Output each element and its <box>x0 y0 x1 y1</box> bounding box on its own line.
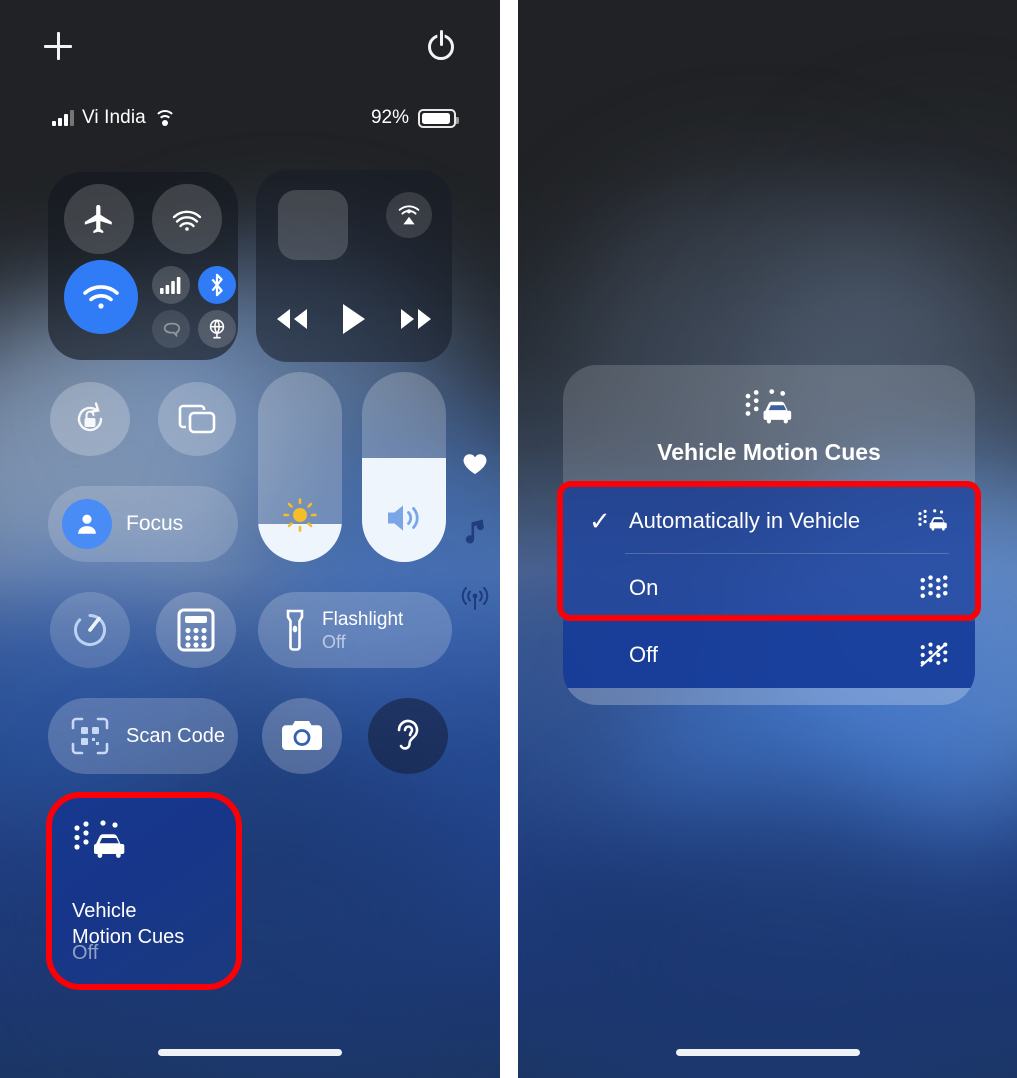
heart-icon[interactable] <box>458 452 492 476</box>
volume-slider[interactable] <box>362 372 446 562</box>
flashlight-status: Off <box>322 631 346 652</box>
timer-button[interactable] <box>50 592 130 668</box>
control-center-page-icons <box>458 452 492 654</box>
popup-title: Vehicle Motion Cues <box>657 438 881 465</box>
scan-code-label: Scan Code <box>126 724 225 747</box>
qr-scan-icon <box>70 716 110 756</box>
focus-label: Focus <box>126 512 184 535</box>
sun-icon <box>258 494 342 536</box>
airplane-mode-toggle[interactable] <box>64 184 134 254</box>
hearing-ear-button[interactable] <box>368 698 448 774</box>
control-center: Focus Flashlight Off Scan Code Vehicle M… <box>0 0 500 1078</box>
focus-tile[interactable]: Focus <box>48 486 238 562</box>
wifi-toggle[interactable] <box>64 260 138 334</box>
media-playback-module <box>256 170 452 362</box>
popup-header: Vehicle Motion Cues <box>563 365 975 487</box>
screen-mirroring-button[interactable] <box>158 382 236 456</box>
personal-hotspot-toggle[interactable] <box>152 310 190 348</box>
vehicle-motion-cues-icon <box>743 387 795 429</box>
music-note-icon[interactable] <box>458 518 492 544</box>
brightness-slider[interactable] <box>258 372 342 562</box>
option-off[interactable]: Off <box>563 621 975 688</box>
highlight-box-vehicle-tile <box>46 792 242 990</box>
airdrop-toggle[interactable] <box>152 184 222 254</box>
right-phone-screenshot: Vehicle Motion Cues ✓ Automatically in V… <box>518 0 1017 1078</box>
play-button[interactable] <box>340 302 368 336</box>
airplay-icon[interactable] <box>386 192 432 238</box>
flashlight-label: Flashlight <box>322 608 404 630</box>
option-label: Off <box>629 641 658 667</box>
speaker-icon <box>362 500 446 536</box>
bluetooth-toggle[interactable] <box>198 266 236 304</box>
calculator-button[interactable] <box>156 592 236 668</box>
connectivity-module <box>48 172 238 360</box>
motion-dots-slash-icon <box>915 642 949 668</box>
home-indicator[interactable] <box>158 1049 342 1056</box>
camera-button[interactable] <box>262 698 342 774</box>
left-phone-screenshot: Vi India 92% Focus Flashlight Off Scan C… <box>0 0 500 1078</box>
vpn-toggle[interactable] <box>198 310 236 348</box>
cellular-data-toggle[interactable] <box>152 266 190 304</box>
highlight-box-options <box>557 481 981 621</box>
hearing-broadcast-icon[interactable] <box>458 586 492 612</box>
flashlight-icon <box>284 608 306 652</box>
media-transport-controls <box>256 302 452 336</box>
home-indicator[interactable] <box>675 1049 860 1056</box>
scan-code-tile[interactable]: Scan Code <box>48 698 238 774</box>
rewind-button[interactable] <box>271 306 311 332</box>
rotation-lock-button[interactable] <box>50 382 130 456</box>
fast-forward-button[interactable] <box>397 306 437 332</box>
popup-footer-extension <box>563 688 975 705</box>
flashlight-tile[interactable]: Flashlight Off <box>258 592 452 668</box>
person-icon <box>62 499 112 549</box>
screenshot-stage: Vi India 92% Focus Flashlight Off Scan C… <box>0 0 1017 1078</box>
album-artwork-placeholder <box>278 190 348 260</box>
